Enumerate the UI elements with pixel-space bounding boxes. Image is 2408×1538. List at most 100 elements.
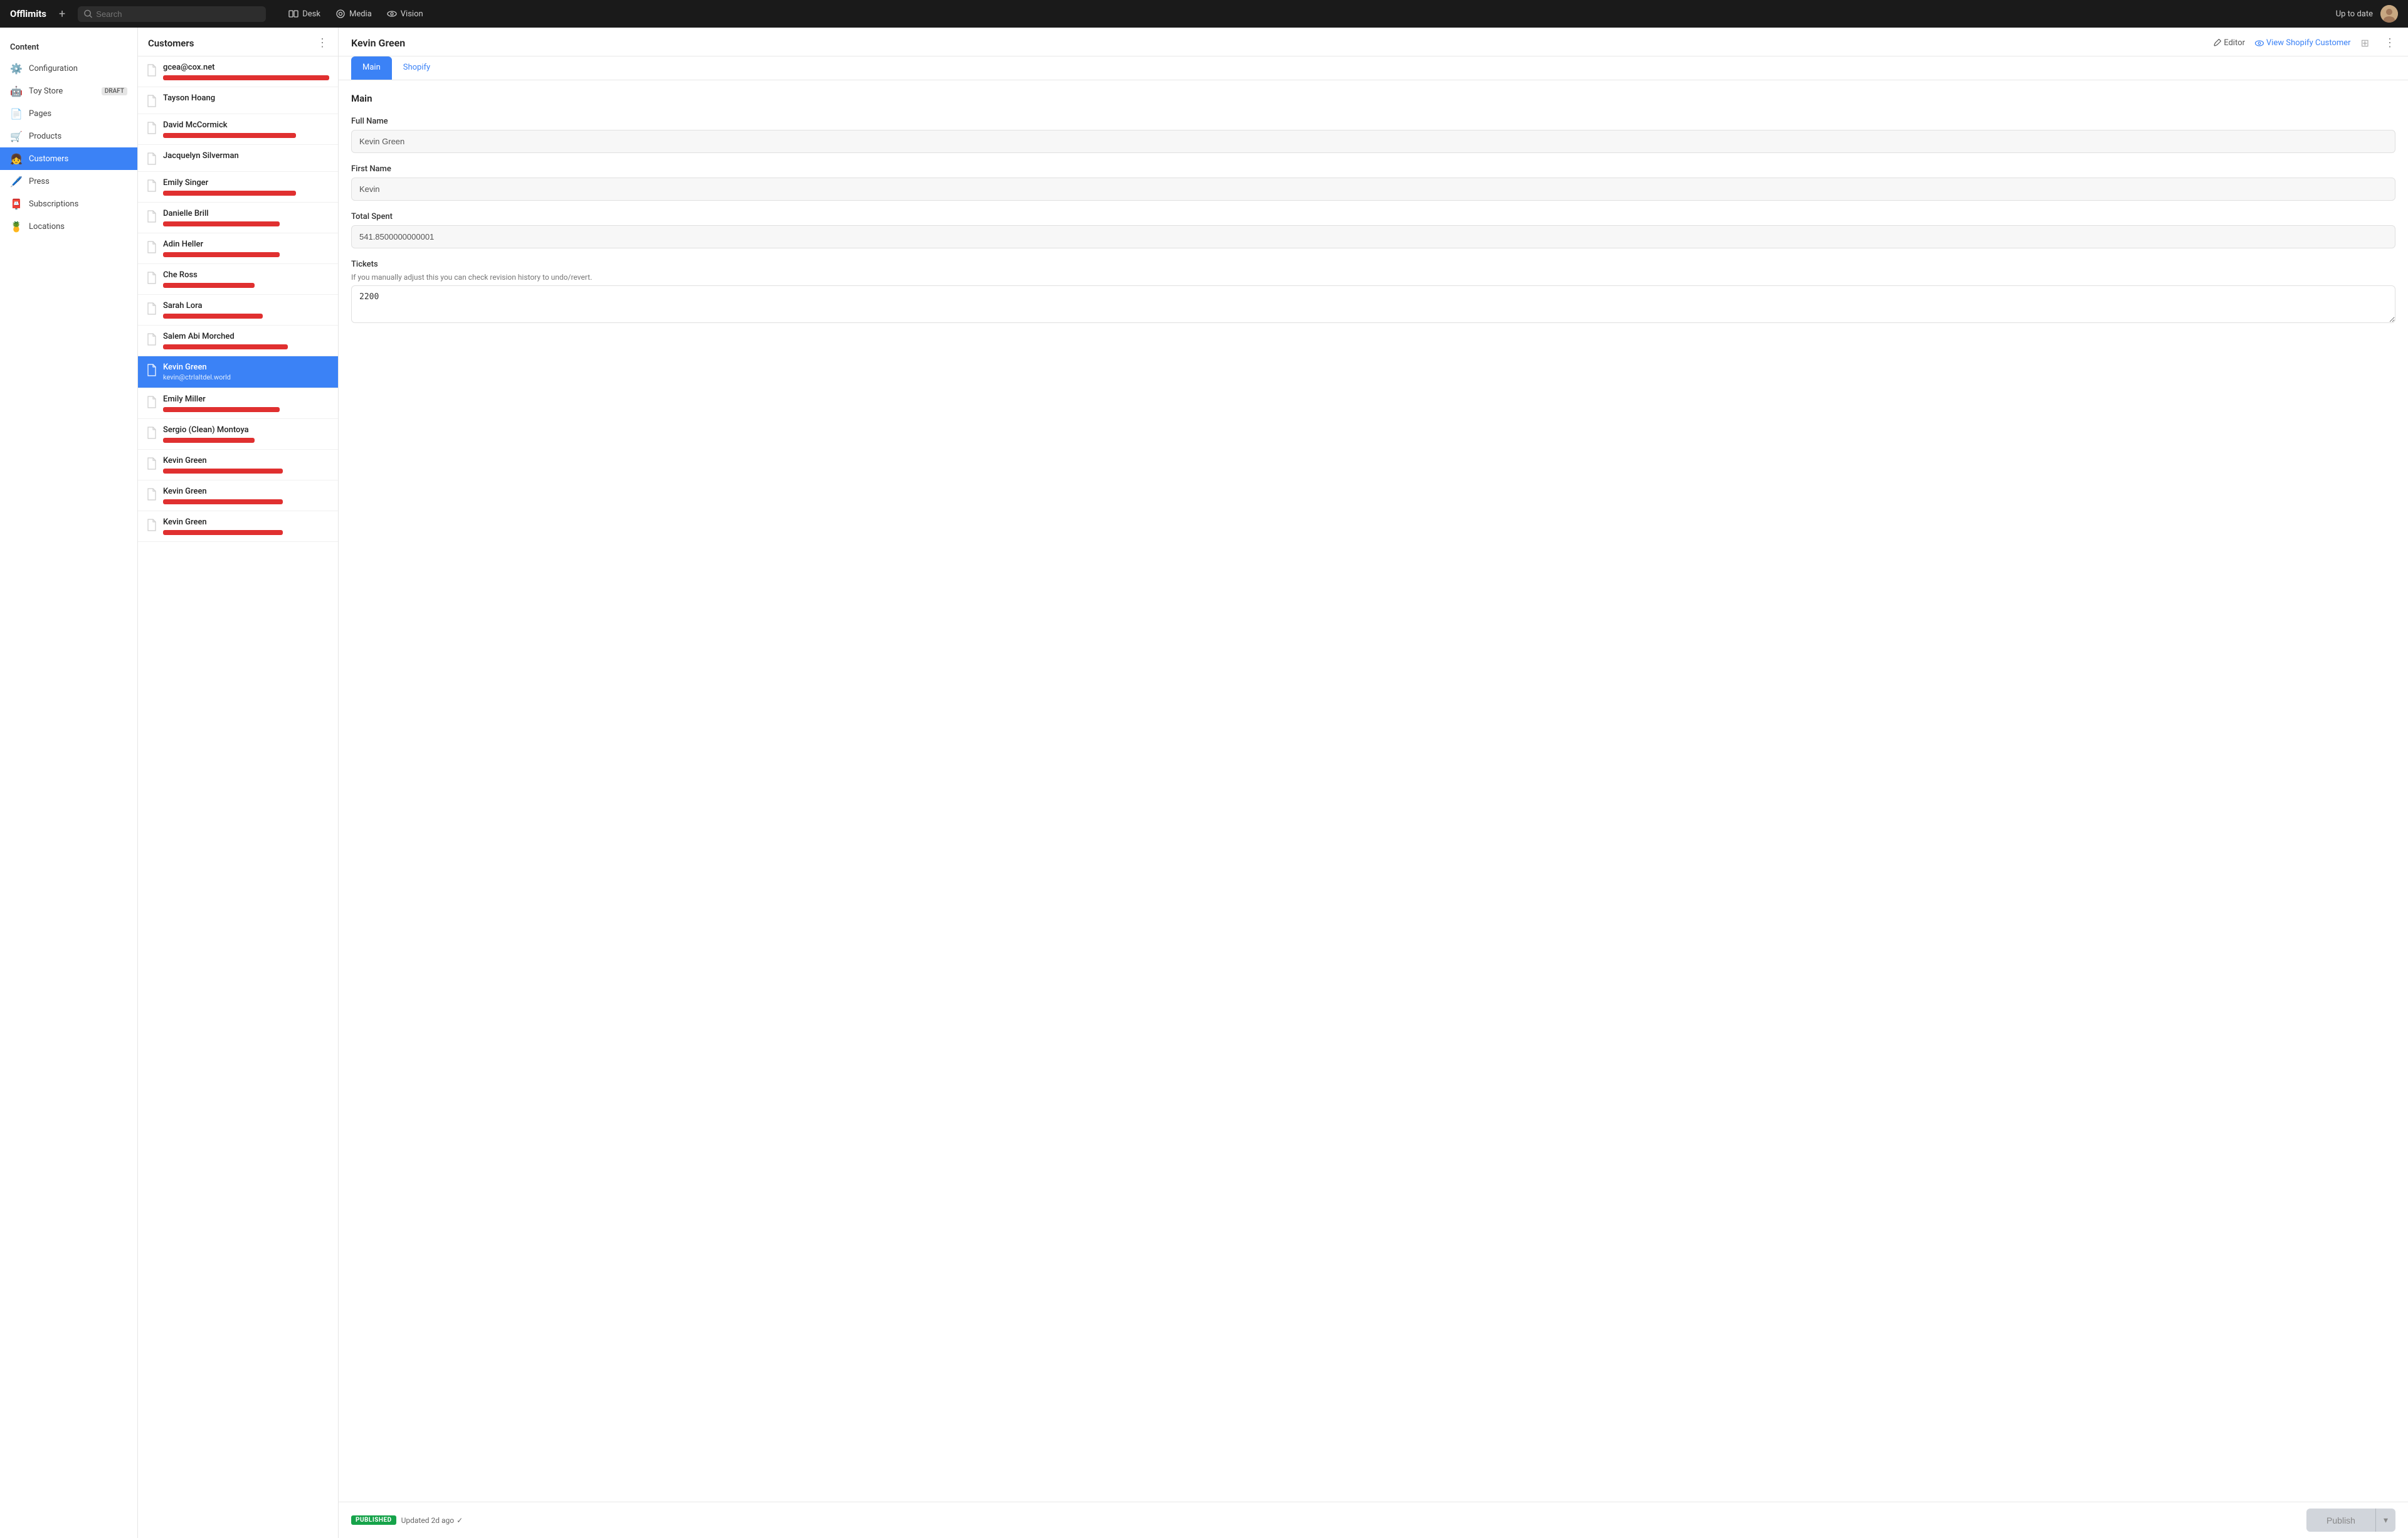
list-item-name: Adin Heller — [163, 240, 329, 249]
nav-media[interactable]: Media — [335, 9, 372, 19]
list-item-content: Sergio (Clean) Montoya — [163, 425, 329, 443]
search-icon — [84, 9, 92, 18]
sidebar-section-title: Content — [0, 38, 137, 57]
sidebar-item-customers[interactable]: 👧 Customers — [0, 147, 137, 170]
pencil-icon — [2213, 39, 2221, 47]
doc-icon — [147, 122, 157, 134]
nav-desk-label: Desk — [302, 9, 320, 19]
nav-vision[interactable]: Vision — [387, 9, 423, 19]
total-spent-label: Total Spent — [351, 212, 2395, 221]
first-name-label: First Name — [351, 164, 2395, 174]
sidebar-item-configuration[interactable]: ⚙️ Configuration — [0, 57, 137, 80]
tab-main[interactable]: Main — [351, 56, 392, 80]
list-panel-menu-button[interactable]: ⋮ — [317, 36, 328, 50]
list-panel-title: Customers — [148, 38, 194, 49]
search-bar[interactable] — [78, 6, 266, 22]
doc-icon — [147, 64, 157, 77]
list-item-name: Sergio (Clean) Montoya — [163, 425, 329, 435]
full-name-input[interactable] — [351, 130, 2395, 153]
main-layout: Content ⚙️ Configuration 🤖 Toy Store DRA… — [0, 28, 2408, 1538]
total-spent-input[interactable] — [351, 225, 2395, 248]
list-item-redacted — [163, 191, 296, 196]
toy-store-icon: 🤖 — [10, 85, 23, 97]
detail-header-actions: Editor View Shopify Customer ⊞ ⋮ — [2213, 36, 2395, 50]
doc-icon — [147, 396, 157, 408]
doc-icon — [147, 488, 157, 501]
tickets-input[interactable] — [351, 285, 2395, 323]
list-item-redacted — [163, 469, 283, 474]
list-item[interactable]: David McCormick — [138, 114, 338, 145]
topnav: Offlimits + Desk Media — [0, 0, 2408, 28]
list-item-name: Kevin Green — [163, 487, 329, 496]
list-item-name: Che Ross — [163, 270, 329, 280]
sidebar-label-press: Press — [29, 177, 127, 186]
sidebar-label-products: Products — [29, 132, 127, 141]
first-name-input[interactable] — [351, 178, 2395, 201]
list-item[interactable]: Tayson Hoang — [138, 87, 338, 114]
list-item-content: Kevin Green — [163, 487, 329, 504]
doc-icon — [147, 364, 157, 376]
publish-button[interactable]: Publish — [2306, 1509, 2375, 1532]
footer-updated: Updated 2d ago ✓ — [401, 1516, 463, 1525]
list-item-content: gcea@cox.net — [163, 63, 329, 80]
list-item[interactable]: Jacquelyn Silverman — [138, 145, 338, 172]
list-item[interactable]: Adin Heller — [138, 233, 338, 264]
list-item-content: Emily Miller — [163, 395, 329, 412]
list-item[interactable]: Kevin Green kevin@ctrlaltdel.world — [138, 356, 338, 388]
detail-kebab-menu[interactable]: ⋮ — [2384, 36, 2395, 50]
footer-status: PUBLISHED Updated 2d ago ✓ — [351, 1515, 463, 1525]
list-item-sub: kevin@ctrlaltdel.world — [163, 373, 329, 381]
list-item-redacted — [163, 133, 296, 138]
sidebar-label-customers: Customers — [29, 154, 127, 164]
avatar-image — [2380, 5, 2398, 23]
sidebar-label-locations: Locations — [29, 222, 127, 231]
search-input[interactable] — [96, 9, 260, 19]
doc-icon — [147, 333, 157, 346]
publish-dropdown-button[interactable]: ▾ — [2375, 1509, 2395, 1532]
sidebar-label-pages: Pages — [29, 109, 127, 119]
list-item-name: Sarah Lora — [163, 301, 329, 310]
doc-icon — [147, 210, 157, 223]
list-item-content: Kevin Green — [163, 456, 329, 474]
list-item-content: Che Ross — [163, 270, 329, 288]
sidebar-item-products[interactable]: 🛒 Products — [0, 125, 137, 147]
subscriptions-icon: 📮 — [10, 198, 23, 210]
tab-shopify[interactable]: Shopify — [392, 56, 441, 80]
list-item-redacted — [163, 407, 280, 412]
list-item-content: Jacquelyn Silverman — [163, 151, 329, 161]
footer-actions: Publish ▾ — [2306, 1509, 2395, 1532]
editor-link[interactable]: Editor — [2213, 38, 2245, 48]
sidebar-item-press[interactable]: 🖊️ Press — [0, 170, 137, 193]
list-item-redacted — [163, 314, 263, 319]
list-item[interactable]: Sarah Lora — [138, 295, 338, 326]
list-item[interactable]: Salem Abi Morched — [138, 326, 338, 356]
sidebar-item-pages[interactable]: 📄 Pages — [0, 102, 137, 125]
sidebar-item-subscriptions[interactable]: 📮 Subscriptions — [0, 193, 137, 215]
press-icon: 🖊️ — [10, 175, 23, 188]
list-item-content: Salem Abi Morched — [163, 332, 329, 349]
list-item[interactable]: Sergio (Clean) Montoya — [138, 419, 338, 450]
shopify-link[interactable]: View Shopify Customer — [2255, 38, 2351, 48]
list-item[interactable]: Kevin Green — [138, 450, 338, 480]
topnav-right: Up to date — [2336, 5, 2398, 23]
list-item[interactable]: Kevin Green — [138, 480, 338, 511]
list-item-content: Tayson Hoang — [163, 93, 329, 103]
list-item[interactable]: Kevin Green — [138, 511, 338, 542]
list-item[interactable]: gcea@cox.net — [138, 56, 338, 87]
user-avatar[interactable] — [2380, 5, 2398, 23]
nav-desk[interactable]: Desk — [288, 9, 320, 19]
tickets-group: Tickets If you manually adjust this you … — [351, 260, 2395, 326]
list-item[interactable]: Emily Singer — [138, 172, 338, 203]
grid-icon[interactable]: ⊞ — [2361, 37, 2369, 49]
sidebar-label-toy-store: Toy Store — [29, 87, 95, 96]
add-button[interactable]: + — [56, 5, 68, 23]
sidebar-item-toy-store[interactable]: 🤖 Toy Store DRAFT — [0, 80, 137, 102]
list-item[interactable]: Emily Miller — [138, 388, 338, 419]
eye-icon — [2255, 40, 2264, 47]
sidebar-item-locations[interactable]: 🍍 Locations — [0, 215, 137, 238]
list-item[interactable]: Che Ross — [138, 264, 338, 295]
first-name-group: First Name — [351, 164, 2395, 201]
list-item-redacted — [163, 283, 255, 288]
list-item-content: Adin Heller — [163, 240, 329, 257]
list-item[interactable]: Danielle Brill — [138, 203, 338, 233]
